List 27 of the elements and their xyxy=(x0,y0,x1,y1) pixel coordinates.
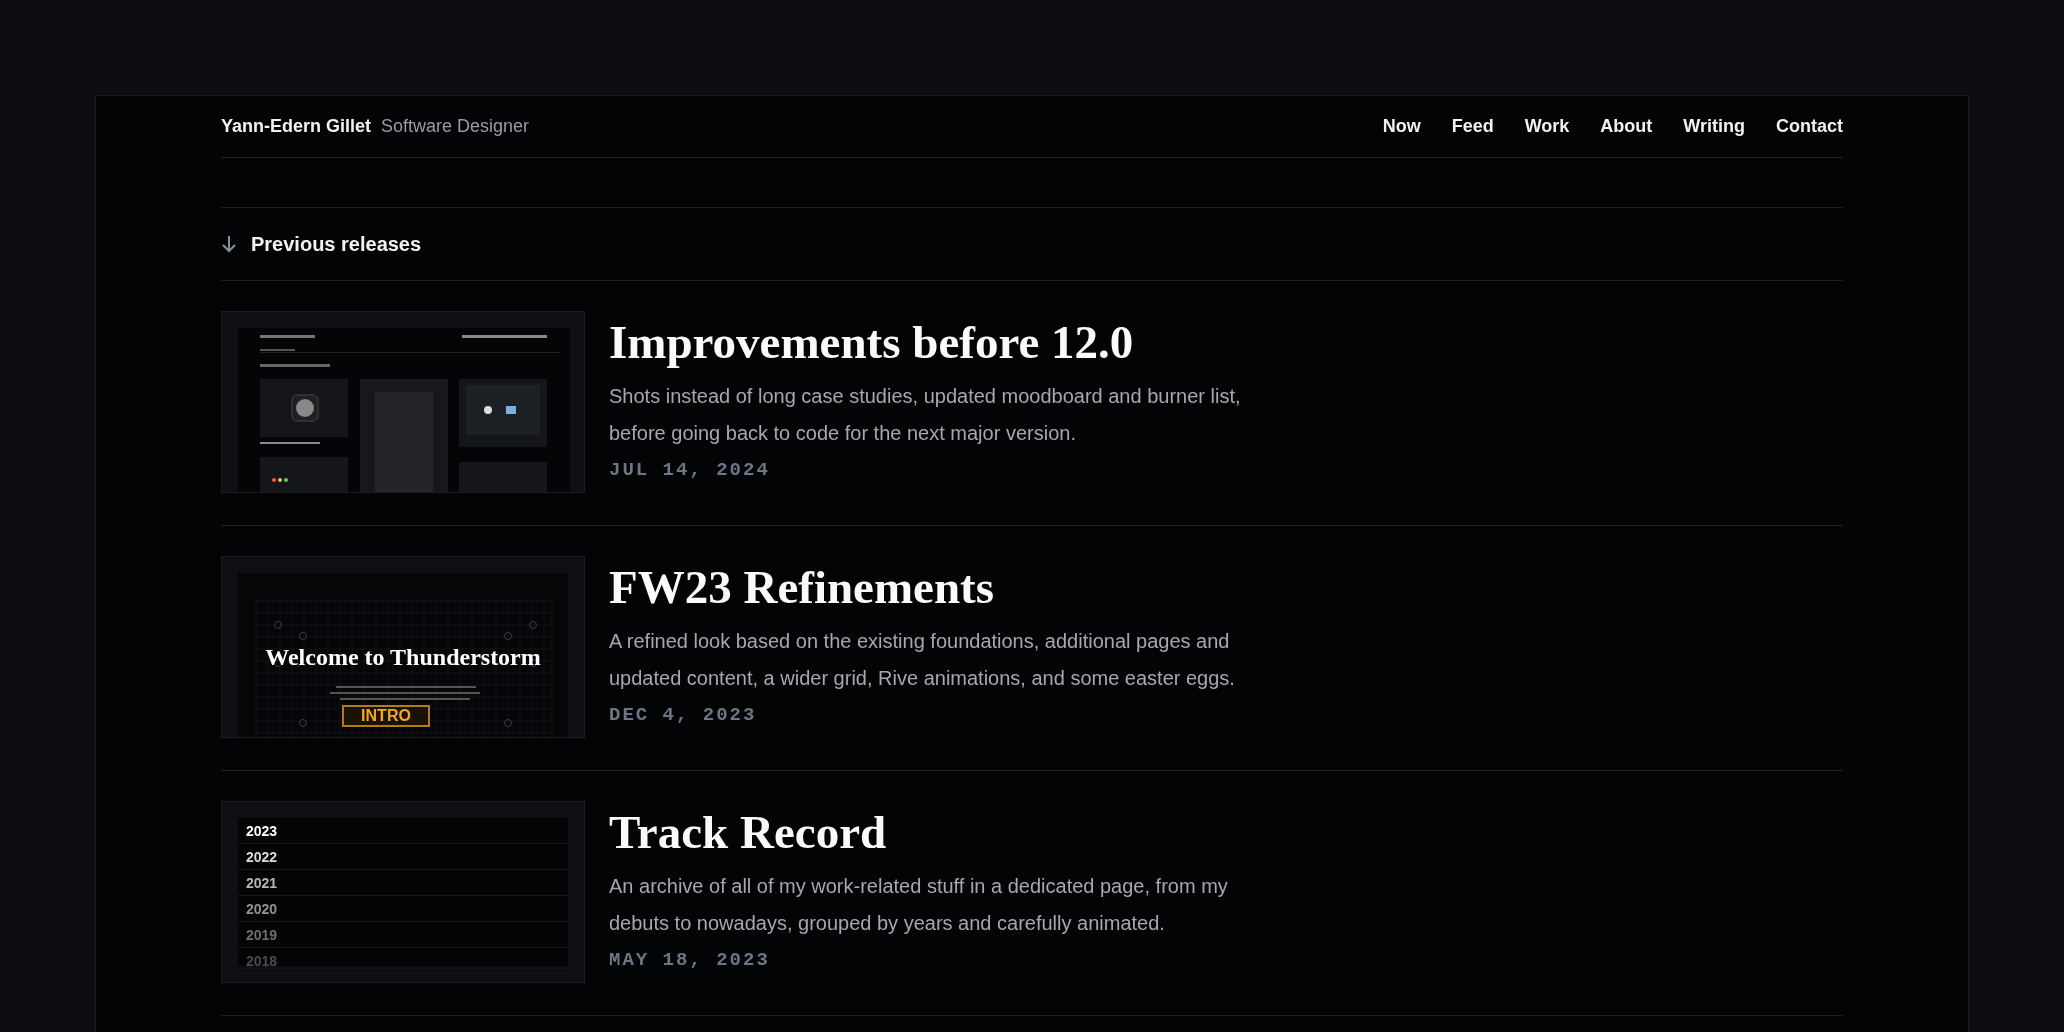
nav-link-item[interactable]: Now xyxy=(1382,113,1421,140)
intro-sign: INTRO xyxy=(342,705,430,727)
nav-link-item[interactable]: Feed xyxy=(1451,113,1494,140)
year-label: 2022 xyxy=(238,844,568,870)
arrow-down-icon xyxy=(221,235,237,253)
release-date: MAY 18, 2023 xyxy=(609,948,771,973)
release-date: DEC 4, 2023 xyxy=(609,703,758,728)
year-label: 2023 xyxy=(238,818,568,844)
nav-link-item[interactable]: Work xyxy=(1524,113,1570,140)
release-description: Shots instead of long case studies, updated moodboard and burner list, before going back to code for the next major version. xyxy=(609,384,1242,446)
release-date: JUL 14, 2024 xyxy=(609,458,771,483)
year-label: 2021 xyxy=(238,870,568,896)
section-heading: Previous releases xyxy=(251,232,422,257)
release-title[interactable]: Improvements before 12.0 xyxy=(609,319,1279,366)
release-title[interactable]: FW23 Refinements xyxy=(609,564,1279,611)
thumbnail-headline: Welcome to Thunderstorm xyxy=(264,645,542,669)
nav-link-item[interactable]: About xyxy=(1600,113,1653,140)
year-label: 2019 xyxy=(238,922,568,948)
release-description: An archive of all of my work-related stuff in a dedicated page, from my debuts to nowadays, grouped by years and carefully animated. xyxy=(609,874,1229,936)
year-label: 2020 xyxy=(238,896,568,922)
site-name[interactable]: Yann-Edern Gillet xyxy=(221,116,372,136)
year-label: 2018 xyxy=(238,948,568,974)
nav-link-item[interactable]: Contact xyxy=(1776,113,1843,140)
site-role: Software Designer xyxy=(381,116,530,136)
release-title[interactable]: Track Record xyxy=(609,809,1279,856)
release-description: A refined look based on the existing foundations, additional pages and updated content, a wider grid, Rive animations, and some easter eggs. xyxy=(609,629,1236,691)
nav-link-item[interactable]: Writing xyxy=(1683,113,1745,140)
